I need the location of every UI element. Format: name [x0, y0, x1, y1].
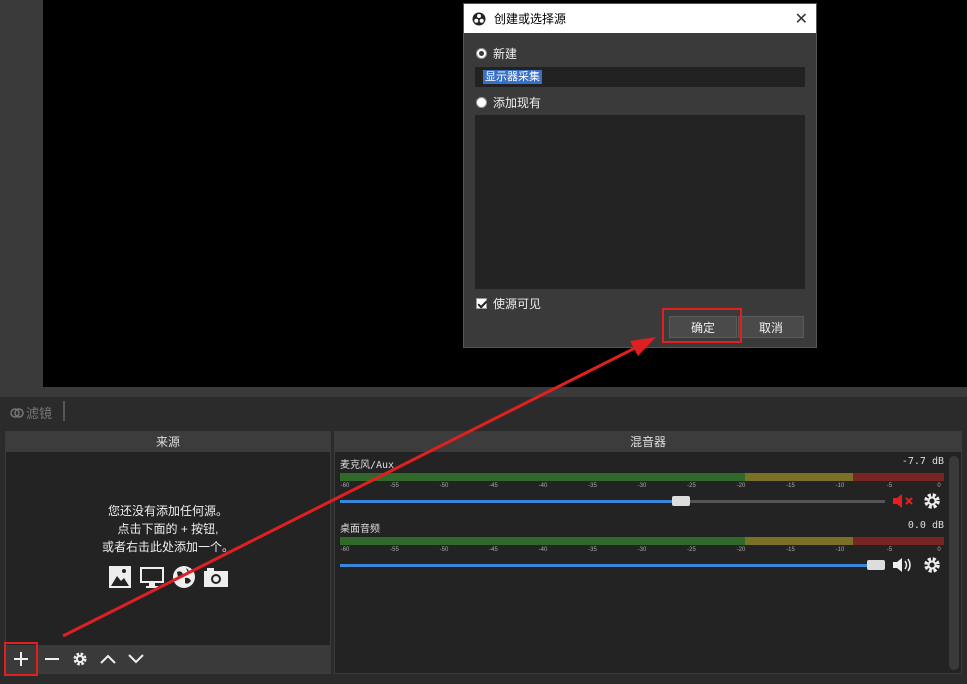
chevron-up-icon: [100, 654, 116, 664]
meter-tick-label: -50: [439, 483, 449, 489]
filters-label: 滤镜: [26, 406, 53, 421]
empty-line-3: 或者右击此处添加一个。: [101, 540, 234, 554]
add-source-button[interactable]: [4, 642, 38, 676]
preview-border: [0, 387, 967, 397]
meter-tick-label: -35: [588, 483, 597, 489]
monitor-icon: [140, 567, 164, 588]
globe-icon: [173, 566, 195, 588]
empty-line-2: 点击下面的 + 按钮,: [117, 522, 219, 536]
plus-icon: [14, 652, 28, 666]
meter-tick-label: -60: [340, 547, 350, 553]
volume-slider[interactable]: [340, 492, 944, 510]
meter-tick-label: 0: [937, 547, 941, 553]
speaker-icon[interactable]: [891, 556, 915, 574]
meter-tick-label: -50: [439, 547, 449, 553]
option-existing[interactable]: 添加现有: [476, 94, 541, 111]
meter-tick-label: -25: [687, 483, 696, 489]
mixer-dock: 混音器 麦克风/Aux -7.7 dB -60 -55 -50 -45 -40 -35 -3…: [334, 431, 962, 674]
meter-tick-label: -45: [489, 547, 498, 553]
meter-tick-label: -5: [886, 483, 893, 489]
volume-fill: [340, 500, 672, 503]
gear-icon[interactable]: [923, 492, 941, 510]
dialog-titlebar: 创建或选择源 ✕: [464, 4, 816, 33]
mixer-scrollbar[interactable]: [949, 456, 959, 670]
meter-tick-label: -10: [835, 547, 845, 553]
filter-divider: [63, 401, 65, 421]
channel-name: 桌面音频: [340, 524, 380, 535]
sources-dock[interactable]: 来源 您还没有添加任何源。 点击下面的 + 按钮, 或者右击此处添加一个。: [4, 431, 331, 676]
mixer-channel-desktop: 桌面音频 0.0 dB -60 -55 -50 -45 -40 -35 -30 -25 -20-…: [340, 520, 944, 573]
volume-knob[interactable]: [672, 496, 690, 506]
make-visible-option[interactable]: 使源可见: [476, 295, 541, 312]
visible-label: 使源可见: [493, 297, 542, 311]
meter-tick-label: -40: [538, 547, 548, 553]
option-existing-label: 添加现有: [493, 96, 542, 110]
meter-tick-label: -30: [637, 547, 647, 553]
muted-speaker-icon[interactable]: [891, 492, 915, 510]
empty-line-1: 您还没有添加任何源。: [107, 504, 228, 518]
sources-title: 来源: [6, 432, 330, 452]
cancel-button[interactable]: 取消: [738, 316, 804, 338]
left-strip: [0, 0, 43, 387]
create-source-dialog: 创建或选择源 ✕ 新建 显示器采集 添加现有 使源可见 确定 取消: [463, 3, 817, 348]
meter-ticks: -60 -55 -50 -45 -40 -35 -30 -25 -20 -15 -10 -5 0: [340, 481, 944, 495]
option-new-label: 新建: [493, 47, 518, 61]
chevron-down-icon: [128, 654, 144, 664]
meter-tick-label: -20: [736, 547, 746, 553]
meter-tick-label: -35: [588, 547, 597, 553]
source-type-icons: [6, 564, 330, 590]
meter-tick-label: -25: [687, 547, 696, 553]
meter-tick-label: -55: [390, 483, 399, 489]
volume-knob[interactable]: [867, 560, 885, 570]
radio-existing[interactable]: [476, 97, 487, 108]
meter-tick-label: -15: [786, 547, 795, 553]
minus-icon: [45, 658, 59, 660]
sources-toolbar: [4, 642, 330, 676]
volume-slider[interactable]: [340, 556, 944, 574]
volume-meter: [340, 473, 944, 481]
gear-icon: [73, 652, 87, 666]
meter-tick-label: -20: [736, 483, 746, 489]
radio-new[interactable]: [476, 48, 487, 59]
source-properties-button[interactable]: [68, 647, 92, 671]
visible-checkbox[interactable]: [476, 298, 487, 309]
sources-empty-message: 您还没有添加任何源。 点击下面的 + 按钮, 或者右击此处添加一个。: [6, 502, 330, 556]
filter-bar: 滤镜: [0, 397, 967, 427]
meter-tick-label: -5: [886, 547, 893, 553]
meter-tick-label: -15: [786, 483, 795, 489]
close-icon[interactable]: ✕: [795, 9, 808, 29]
meter-tick-label: -60: [340, 483, 350, 489]
gear-icon[interactable]: [923, 556, 941, 574]
ok-highlight-frame: [662, 308, 742, 343]
volume-meter: [340, 537, 944, 545]
meter-tick-label: -10: [835, 483, 845, 489]
channel-level: 0.0 dB: [907, 520, 944, 531]
dialog-title: 创建或选择源: [494, 12, 567, 26]
mixer-title: 混音器: [335, 432, 961, 452]
option-new[interactable]: 新建: [476, 45, 517, 62]
camera-icon: [204, 568, 228, 587]
filter-icon: [10, 407, 24, 418]
meter-tick-label: -55: [390, 547, 399, 553]
meter-tick-label: -30: [637, 483, 647, 489]
mixer-channel-mic: 麦克风/Aux -7.7 dB -60 -55 -50 -45 -40 -35 -30 -25…: [340, 456, 944, 509]
meter-tick-label: -45: [489, 483, 498, 489]
source-name-value: 显示器采集: [483, 70, 542, 84]
image-icon: [109, 566, 131, 588]
meter-tick-label: 0: [937, 483, 941, 489]
move-source-up-button[interactable]: [96, 647, 120, 671]
filters-button[interactable]: 滤镜: [10, 403, 52, 422]
channel-level: -7.7 dB: [901, 456, 944, 467]
move-source-down-button[interactable]: [124, 647, 148, 671]
existing-sources-list[interactable]: [475, 115, 805, 289]
meter-tick-label: -40: [538, 483, 548, 489]
obs-logo-icon: [472, 12, 486, 25]
volume-fill: [340, 564, 867, 567]
remove-source-button[interactable]: [40, 647, 64, 671]
meter-ticks: -60 -55 -50 -45 -40 -35 -30 -25 -20 -15 -10 -5 0: [340, 545, 944, 559]
channel-name: 麦克风/Aux: [340, 460, 395, 471]
